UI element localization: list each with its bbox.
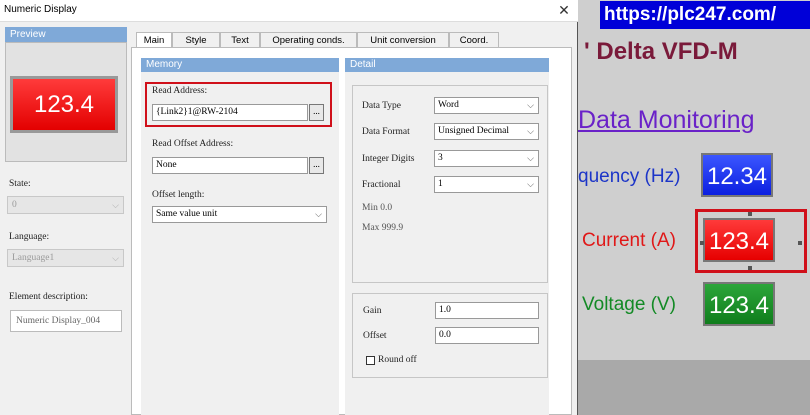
screen-subtitle: Data Monitoring — [578, 106, 755, 134]
website-url-banner: https://plc247.com/ — [600, 1, 810, 29]
chevron-down-icon: ⌵ — [315, 209, 322, 219]
read-address-field[interactable]: {Link2}1@RW-2104 — [152, 104, 308, 121]
tab-coord[interactable]: Coord. — [449, 32, 499, 47]
chevron-down-icon: ⌵ — [527, 100, 534, 110]
integer-digits-select[interactable]: 3 ⌵ — [434, 150, 539, 167]
chevron-down-icon: ⌵ — [112, 200, 119, 210]
state-select[interactable]: 0 ⌵ — [7, 196, 124, 214]
preview-header: Preview — [5, 27, 127, 42]
offset-field[interactable]: 0.0 — [435, 327, 539, 344]
tab-main[interactable]: Main — [136, 32, 172, 48]
offset-length-select[interactable]: Same value unit ⌵ — [152, 206, 327, 223]
read-address-browse-button[interactable]: ... — [309, 104, 324, 121]
selection-handle[interactable] — [798, 241, 802, 245]
tab-operating-conds[interactable]: Operating conds. — [260, 32, 357, 47]
min-value-text: Min 0.0 — [362, 203, 393, 213]
integer-digits-value: 3 — [438, 153, 443, 163]
read-offset-field[interactable]: None — [152, 157, 308, 174]
selection-handle[interactable] — [748, 212, 752, 216]
current-label: Current (A) — [582, 230, 676, 251]
close-icon: ✕ — [558, 2, 570, 18]
voltage-label: Voltage (V) — [582, 294, 676, 315]
round-off-checkbox[interactable] — [366, 356, 375, 365]
tab-style[interactable]: Style — [172, 32, 220, 47]
language-select[interactable]: Language1 ⌵ — [7, 249, 124, 267]
state-value: 0 — [12, 200, 17, 210]
read-offset-label: Read Offset Address: — [152, 139, 234, 149]
close-button[interactable]: ✕ — [553, 1, 575, 21]
screen-title: ' Delta VFD-M — [584, 38, 738, 65]
data-format-select[interactable]: Unsigned Decimal ⌵ — [434, 123, 539, 140]
data-format-label: Data Format — [362, 127, 410, 137]
frequency-numeric-display[interactable]: 12.34 — [701, 153, 773, 197]
chevron-down-icon: ⌵ — [112, 253, 119, 263]
voltage-numeric-display[interactable]: 123.4 — [703, 282, 775, 326]
gain-field[interactable]: 1.0 — [435, 302, 539, 319]
offset-length-value: Same value unit — [156, 209, 218, 219]
tab-text[interactable]: Text — [220, 32, 260, 47]
data-format-value: Unsigned Decimal — [438, 126, 509, 136]
language-label: Language: — [9, 232, 50, 242]
preview-value: 123.4 — [13, 79, 115, 130]
read-address-label: Read Address: — [152, 86, 208, 96]
fractional-value: 1 — [438, 179, 443, 189]
data-type-value: Word — [438, 100, 459, 110]
integer-digits-label: Integer Digits — [362, 154, 415, 164]
background-footer — [577, 360, 810, 415]
language-value: Language1 — [12, 253, 55, 263]
gain-label: Gain — [363, 306, 382, 316]
dialog-title: Numeric Display — [4, 4, 77, 15]
round-off-label: Round off — [378, 355, 417, 365]
dialog-titlebar[interactable] — [0, 0, 578, 22]
current-numeric-display[interactable]: 123.4 — [703, 218, 775, 262]
frequency-label: quency (Hz) — [578, 166, 681, 187]
offset-length-label: Offset length: — [152, 190, 205, 200]
memory-header: Memory — [141, 58, 339, 72]
selection-handle[interactable] — [748, 266, 752, 270]
detail-header: Detail — [345, 58, 549, 72]
description-field[interactable]: Numeric Display_004 — [10, 310, 122, 332]
offset-label: Offset — [363, 331, 387, 341]
max-value-text: Max 999.9 — [362, 223, 404, 233]
data-type-select[interactable]: Word ⌵ — [434, 97, 539, 114]
chevron-down-icon: ⌵ — [527, 179, 534, 189]
fractional-label: Fractional — [362, 180, 401, 190]
fractional-select[interactable]: 1 ⌵ — [434, 176, 539, 193]
tab-unit-conversion[interactable]: Unit conversion — [357, 32, 449, 47]
selection-handle[interactable] — [700, 241, 704, 245]
chevron-down-icon: ⌵ — [527, 126, 534, 136]
chevron-down-icon: ⌵ — [527, 153, 534, 163]
state-label: State: — [9, 179, 31, 189]
read-offset-browse-button[interactable]: ... — [309, 157, 324, 174]
data-type-label: Data Type — [362, 101, 401, 111]
description-label: Element description: — [9, 292, 88, 302]
